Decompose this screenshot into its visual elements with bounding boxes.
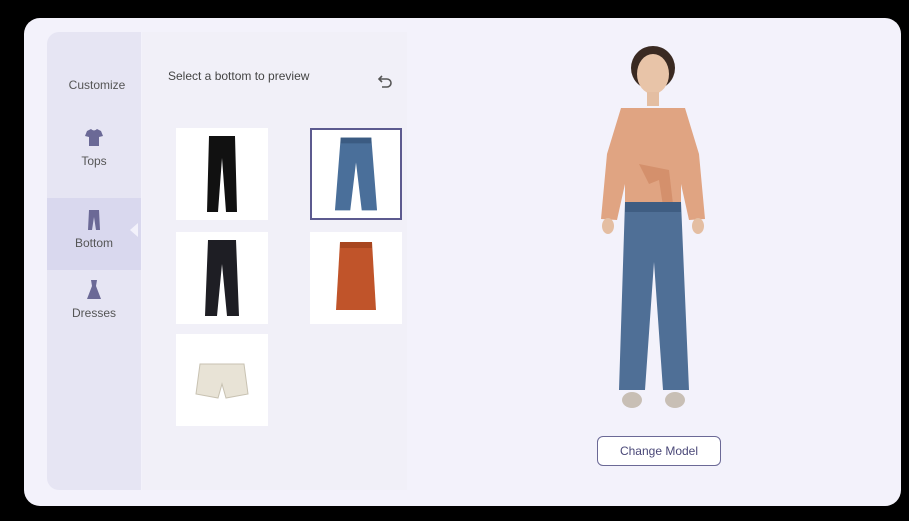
undo-icon[interactable] xyxy=(374,72,394,92)
sidebar-item-label: Tops xyxy=(81,154,107,168)
change-model-button[interactable]: Change Model xyxy=(597,436,721,466)
bottom-item-white-shorts[interactable] xyxy=(176,334,268,426)
sidebar-item-label: Dresses xyxy=(71,306,116,320)
category-sidebar: Customize Tops Bottom Dresses xyxy=(47,32,141,490)
white-shorts-image xyxy=(195,363,249,399)
dress-icon xyxy=(87,280,101,299)
customize-label: Customize xyxy=(68,78,126,92)
sidebar-item-label: Bottom xyxy=(74,236,113,250)
sidebar-item-tops[interactable]: Tops xyxy=(47,126,141,198)
sidebar-item-bottom[interactable]: Bottom xyxy=(47,198,141,270)
bottom-item-black-trousers[interactable] xyxy=(176,232,268,324)
black-trousers-image xyxy=(205,240,239,316)
bottom-item-blue-flared-jeans[interactable] xyxy=(310,128,402,220)
shirt-icon xyxy=(85,129,103,146)
virtual-try-on-card: Customize Tops Bottom Dresses Select a b… xyxy=(24,18,901,506)
black-slim-pants-image xyxy=(207,136,237,212)
bottoms-selection-panel: Select a bottom to preview xyxy=(142,32,407,490)
bottom-item-rust-pencil-skirt[interactable] xyxy=(310,232,402,324)
model-preview-area: Change Model xyxy=(407,18,901,506)
bottom-item-black-slim-pants[interactable] xyxy=(176,128,268,220)
pants-icon xyxy=(88,210,100,230)
blue-flared-jeans-image xyxy=(334,137,378,211)
sidebar-item-dresses[interactable]: Dresses xyxy=(47,278,141,350)
panel-title: Select a bottom to preview xyxy=(168,69,310,83)
model-image xyxy=(601,46,705,408)
rust-pencil-skirt-image xyxy=(336,242,376,310)
active-item-pointer xyxy=(130,223,138,237)
